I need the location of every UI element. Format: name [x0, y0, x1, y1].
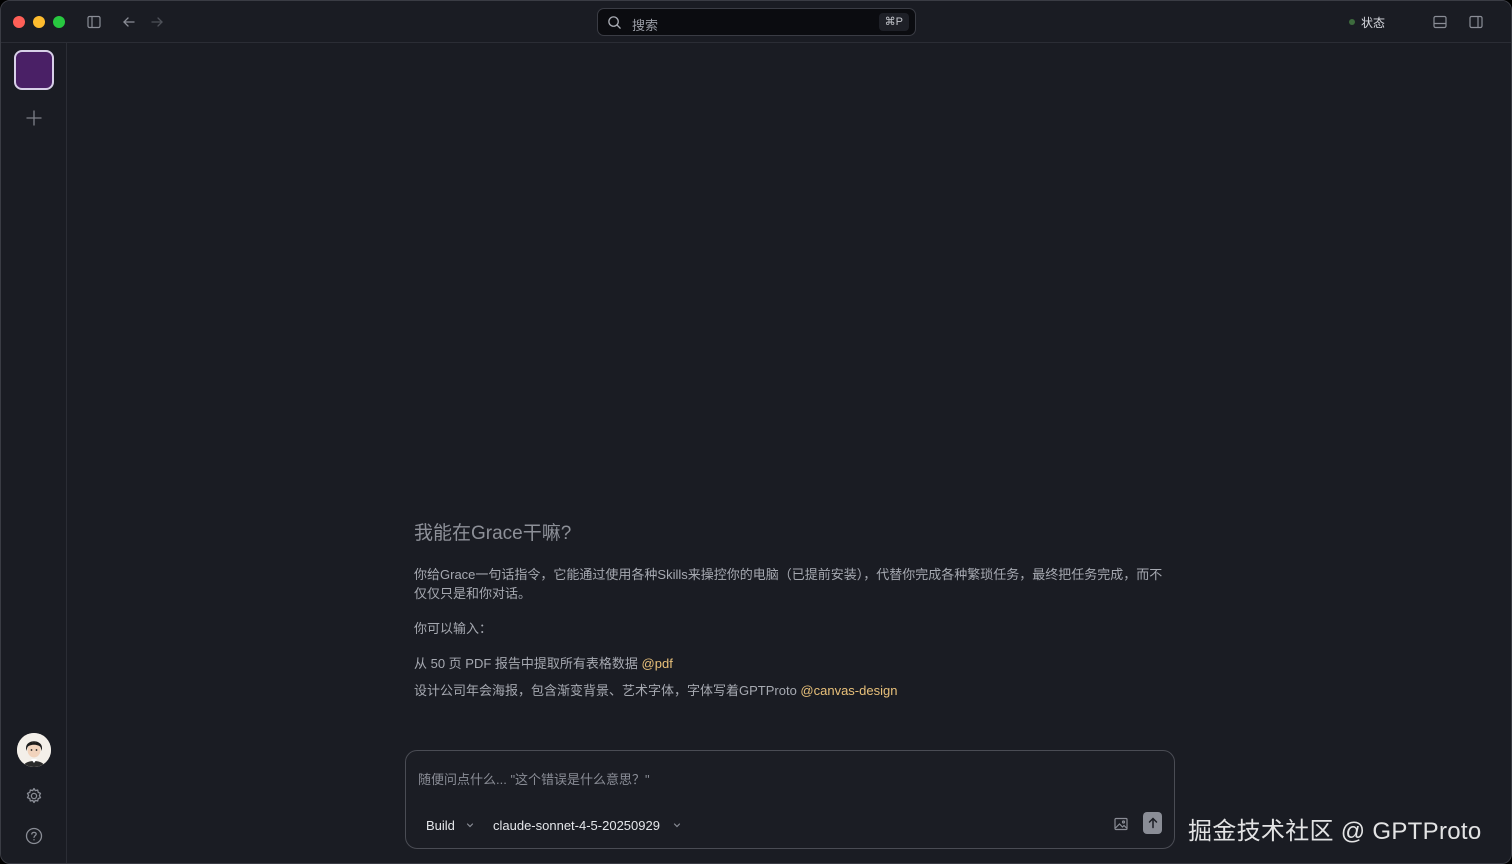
status-label: 状态	[1361, 15, 1386, 30]
watermark-text: 掘金技术社区 @ GPTProto	[1188, 818, 1482, 845]
forward-arrow-icon[interactable]	[147, 12, 167, 32]
title-bar: 搜索 ⌘P 状态	[1, 1, 1511, 43]
mode-label: Build	[426, 817, 455, 833]
chat-input[interactable]: 随便问点什么... "这个错误是什么意思？"	[418, 769, 650, 788]
model-dropdown[interactable]: claude-sonnet-4-5-20250929	[493, 816, 682, 834]
example-line[interactable]: 从 50 页 PDF 报告中提取所有表格数据 @pdf	[414, 654, 1174, 673]
mode-dropdown[interactable]: Build	[426, 816, 475, 834]
help-icon[interactable]	[24, 826, 44, 846]
arrow-up-icon	[1148, 817, 1157, 829]
gear-icon[interactable]	[24, 786, 44, 806]
app-window: 搜索 ⌘P 状态 我能在Grace干嘛? 你给Grace一句话指令，它能通过使用…	[0, 0, 1512, 864]
chat-composer[interactable]: 随便问点什么... "这个错误是什么意思？" Build claude-sonn…	[405, 750, 1175, 849]
example-text: 从 50 页 PDF 报告中提取所有表格数据	[414, 656, 642, 671]
zoom-window-button[interactable]	[53, 16, 65, 28]
example-line[interactable]: 设计公司年会海报，包含渐变背景、艺术字体，字体写着GPTProto @canva…	[414, 681, 1174, 700]
status-button[interactable]: 状态	[1349, 14, 1385, 30]
close-window-button[interactable]	[13, 16, 25, 28]
avatar[interactable]	[17, 733, 51, 767]
search-placeholder: 搜索	[632, 18, 659, 33]
workspace-tile[interactable]	[14, 50, 54, 90]
plus-icon[interactable]	[24, 108, 44, 128]
left-rail	[1, 43, 67, 863]
intro-title: 我能在Grace干嘛?	[414, 523, 572, 544]
right-panel-toggle-icon[interactable]	[1466, 12, 1486, 32]
search-shortcut-badge: ⌘P	[878, 13, 909, 31]
search-input[interactable]: 搜索 ⌘P	[597, 8, 916, 36]
minimize-window-button[interactable]	[33, 16, 45, 28]
example-text: 设计公司年会海报，包含渐变背景、艺术字体，字体写着GPTProto	[414, 683, 801, 698]
intro-description: 你给Grace一句话指令，它能通过使用各种Skills来操控你的电脑（已提前安装…	[414, 567, 1163, 601]
send-button[interactable]	[1143, 812, 1162, 834]
example-skill-tag[interactable]: @canvas-design	[800, 683, 897, 698]
intro-prompt-label: 你可以输入：	[414, 621, 493, 636]
back-arrow-icon[interactable]	[119, 12, 139, 32]
chevron-down-icon	[673, 823, 681, 828]
sidebar-toggle-icon[interactable]	[84, 12, 104, 32]
chevron-down-icon	[466, 823, 474, 828]
model-label: claude-sonnet-4-5-20250929	[493, 817, 660, 833]
intro-panel: 我能在Grace干嘛? 你给Grace一句话指令，它能通过使用各种Skills来…	[414, 518, 1174, 700]
main-area: 我能在Grace干嘛? 你给Grace一句话指令，它能通过使用各种Skills来…	[68, 44, 1511, 863]
search-icon	[608, 16, 621, 29]
bottom-panel-toggle-icon[interactable]	[1430, 12, 1450, 32]
image-attach-icon[interactable]	[1113, 816, 1129, 832]
example-skill-tag[interactable]: @pdf	[642, 656, 673, 671]
status-dot	[1349, 19, 1355, 25]
